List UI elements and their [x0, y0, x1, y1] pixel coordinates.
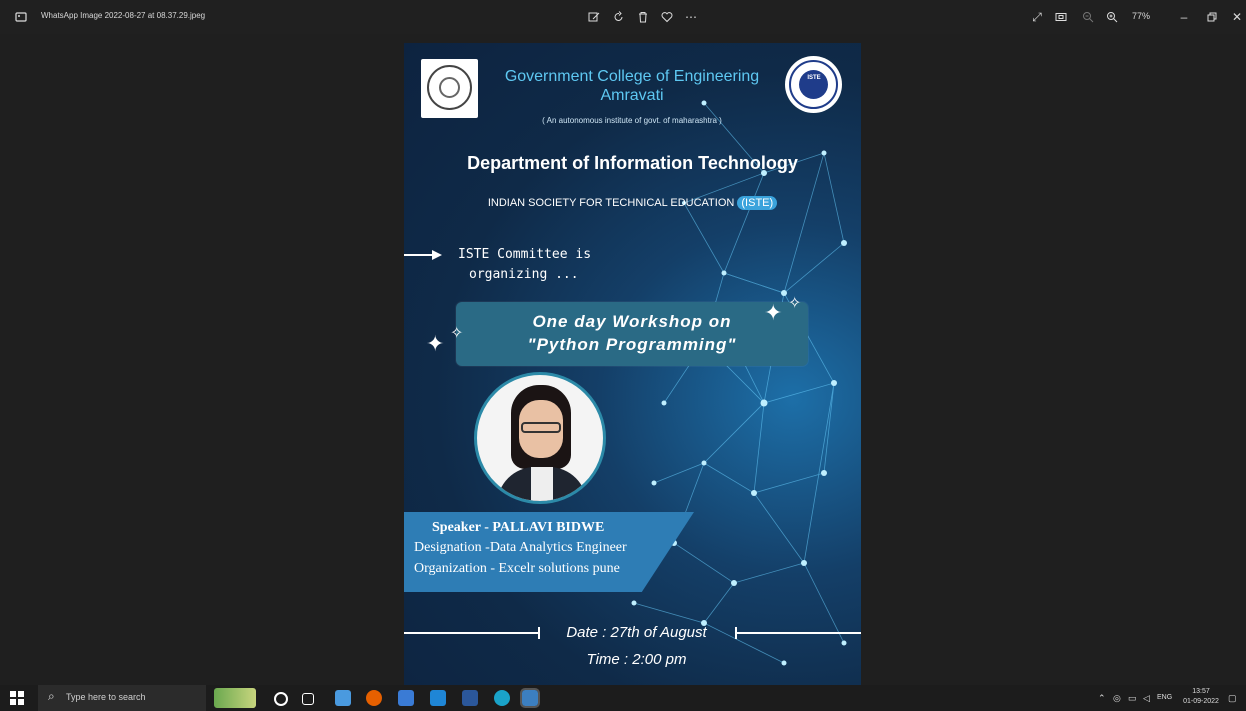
- autonomous-note: ( An autonomous institute of govt. of ma…: [542, 116, 722, 125]
- society-abbr: (ISTE): [737, 196, 778, 210]
- mail-icon[interactable]: [430, 690, 446, 706]
- firefox-icon[interactable]: [366, 690, 382, 706]
- speaker-organization: Organization - Excelr solutions pune: [414, 561, 620, 576]
- word-icon[interactable]: [462, 690, 478, 706]
- file-name: WhatsApp Image 2022-08-27 at 08.37.29.jp…: [41, 11, 206, 20]
- close-icon[interactable]: ✕: [1229, 9, 1245, 25]
- fullscreen-icon[interactable]: ⤢: [1029, 9, 1045, 25]
- windows-start-icon[interactable]: [10, 691, 24, 705]
- network-icon[interactable]: ◎: [1113, 693, 1121, 704]
- event-date: Date : 27th of August: [566, 624, 707, 641]
- workshop-line2: "Python Programming": [527, 335, 737, 354]
- star-left-icon: ✦: [426, 331, 445, 356]
- restore-icon[interactable]: [1204, 9, 1220, 25]
- rotate-icon[interactable]: [611, 9, 627, 25]
- committee-text: ISTE Committee is organizing ...: [458, 245, 591, 285]
- committee-line1: ISTE Committee is: [458, 247, 592, 262]
- speaker-name: Speaker - PALLAVI BIDWE: [432, 520, 605, 535]
- volume-icon[interactable]: ◁: [1143, 693, 1150, 704]
- taskbar: ⌕ Type here to search ⌃ ◎ ▭ ◁ ENG 13:57 …: [0, 685, 1246, 711]
- college-name: Government College of Engineering Amrava…: [482, 67, 782, 105]
- college-logo: [421, 59, 478, 118]
- search-icon: ⌕: [48, 689, 55, 703]
- iste-logo: ISTE: [785, 56, 842, 113]
- iste-logo-label: ISTE: [807, 75, 821, 81]
- edit-icon[interactable]: [586, 9, 602, 25]
- edge-icon[interactable]: [494, 690, 510, 706]
- arrow-icon: [432, 250, 442, 260]
- college-name-line1: Government College of Engineering: [504, 68, 760, 85]
- speaker-designation: Designation -Data Analytics Engineer: [414, 540, 627, 555]
- clock-time: 13:57: [1192, 688, 1210, 695]
- department-title: Department of Information Technology: [467, 153, 798, 173]
- divider-left-cap: [538, 627, 540, 639]
- favorite-icon[interactable]: [659, 9, 675, 25]
- event-time: Time : 2:00 pm: [586, 651, 687, 668]
- more-icon[interactable]: ⋯: [683, 9, 699, 25]
- photos-taskbar-icon[interactable]: [520, 688, 540, 708]
- workshop-title: One day Workshop on "Python Programming": [456, 310, 808, 356]
- file-explorer-icon[interactable]: [335, 690, 351, 706]
- arrow-line: [404, 254, 434, 256]
- speaker-photo: [474, 372, 606, 504]
- taskbar-search[interactable]: ⌕ Type here to search: [38, 685, 206, 711]
- society-name: INDIAN SOCIETY FOR TECHNICAL EDUCATION: [487, 197, 735, 209]
- workshop-poster: ISTE Government College of Engineering A…: [404, 43, 861, 690]
- minimize-icon[interactable]: –: [1176, 9, 1192, 25]
- college-name-line2: Amravati: [600, 87, 664, 104]
- chevron-up-icon[interactable]: ⌃: [1098, 693, 1106, 704]
- divider-left: [404, 632, 540, 634]
- zoom-in-icon[interactable]: [1104, 9, 1120, 25]
- workshop-line1: One day Workshop on: [532, 312, 732, 331]
- clock-date: 01-09-2022: [1183, 698, 1219, 705]
- task-view-icon[interactable]: [302, 693, 314, 705]
- store-icon[interactable]: [398, 690, 414, 706]
- zoom-level: 77%: [1132, 11, 1151, 21]
- society-line: INDIAN SOCIETY FOR TECHNICAL EDUCATION (…: [404, 196, 861, 210]
- zoom-out-icon[interactable]: [1080, 9, 1096, 25]
- notification-icon[interactable]: ▢: [1228, 693, 1237, 704]
- search-placeholder: Type here to search: [66, 692, 146, 702]
- divider-right-cap: [735, 627, 737, 639]
- weather-widget[interactable]: [214, 688, 256, 708]
- title-bar: WhatsApp Image 2022-08-27 at 08.37.29.jp…: [0, 0, 1246, 34]
- fit-icon[interactable]: [1053, 9, 1069, 25]
- language-indicator[interactable]: ENG: [1157, 694, 1172, 701]
- system-clock[interactable]: 13:57 01-09-2022: [1180, 687, 1222, 707]
- delete-icon[interactable]: [635, 9, 651, 25]
- display-icon[interactable]: ▭: [1128, 693, 1137, 704]
- committee-line2: organizing ...: [469, 267, 579, 282]
- cortana-icon[interactable]: [274, 692, 288, 706]
- network-background: [631, 100, 847, 666]
- photos-app-icon: [13, 9, 29, 25]
- divider-right: [735, 632, 861, 634]
